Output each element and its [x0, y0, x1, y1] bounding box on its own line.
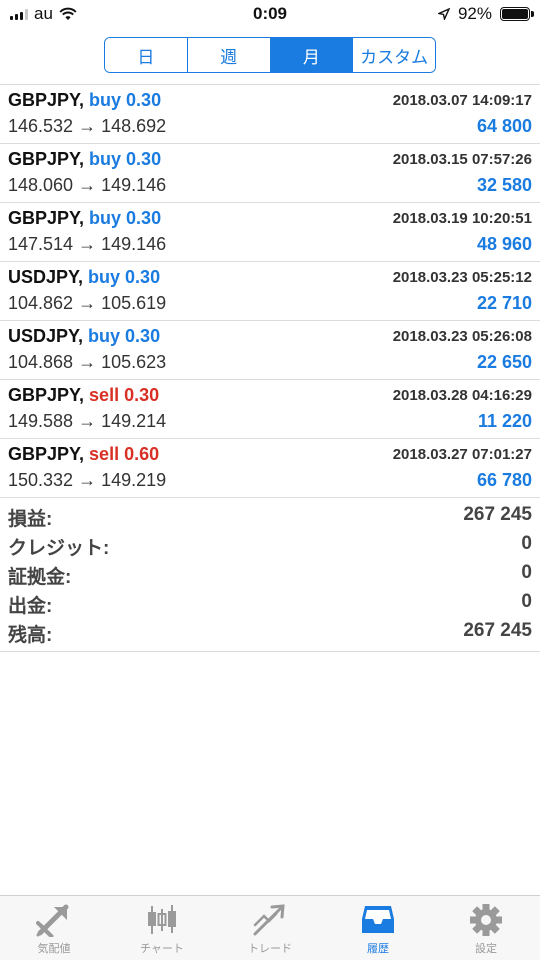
- deal-profit: 66 780: [476, 470, 532, 490]
- summary-value: 267 245: [463, 504, 532, 525]
- deal-prices: 146.532 → 148.692: [8, 116, 167, 136]
- summary-value: 267 245: [463, 620, 532, 641]
- candlestick-chart-icon: [148, 905, 176, 934]
- summary-row-profit: 損益: 267 245: [0, 501, 540, 530]
- bottom-tab-bar: 気配値 チャート トレード 履歴 設定: [0, 895, 540, 960]
- deal-row[interactable]: GBPJPY, buy 0.30 2018.03.19 10:20:51 147.…: [0, 203, 540, 262]
- deal-profit: 48 960: [476, 234, 532, 254]
- summary-label: 証拠金:: [8, 567, 72, 588]
- deal-datetime: 2018.03.07 14:09:17: [392, 92, 532, 109]
- tab-label: 設定: [475, 943, 497, 955]
- deal-symbol: GBPJPY,: [8, 208, 85, 228]
- deal-symbol: GBPJPY,: [8, 385, 85, 405]
- deal-prices: 149.588 → 149.214: [8, 411, 167, 431]
- status-right: 92%: [437, 4, 534, 24]
- deal-header: GBPJPY, sell 0.60: [8, 444, 159, 465]
- summary-row-deposit: 証拠金: 0: [0, 559, 540, 588]
- tab-label: トレード: [248, 943, 292, 955]
- tab-history[interactable]: 履歴: [324, 896, 432, 960]
- tab-label: チャート: [140, 943, 184, 955]
- trade-icon: [253, 904, 285, 936]
- summary-row-balance: 残高: 267 245: [0, 617, 540, 646]
- summary-value: 0: [521, 591, 532, 612]
- summary-value: 0: [521, 533, 532, 554]
- deal-row[interactable]: GBPJPY, buy 0.30 2018.03.15 07:57:26 148.…: [0, 144, 540, 203]
- summary-row-withdrawal: 出金: 0: [0, 588, 540, 617]
- deal-profit: 22 710: [476, 293, 532, 313]
- period-segmented-control: 日 週 月 カスタム: [104, 37, 436, 73]
- deal-datetime: 2018.03.19 10:20:51: [392, 210, 532, 227]
- status-bar: au 0:09 92%: [0, 0, 540, 30]
- deal-header: USDJPY, buy 0.30: [8, 267, 160, 288]
- summary-label: 出金:: [8, 596, 53, 617]
- tab-label: 気配値: [37, 943, 71, 955]
- gear-icon: [470, 904, 502, 936]
- segment-month[interactable]: 月: [270, 38, 354, 72]
- deal-prices: 150.332 → 149.219: [8, 470, 167, 490]
- deal-profit: 32 580: [476, 175, 532, 195]
- tab-settings[interactable]: 設定: [432, 896, 540, 960]
- deal-datetime: 2018.03.15 07:57:26: [392, 151, 532, 168]
- deal-row[interactable]: GBPJPY, sell 0.60 2018.03.27 07:01:27 150…: [0, 439, 540, 498]
- deal-side: buy 0.30: [88, 267, 161, 287]
- deal-side: sell 0.60: [89, 444, 160, 464]
- tab-quotes[interactable]: 気配値: [0, 896, 108, 960]
- history-inbox-icon: [362, 906, 394, 933]
- location-arrow-icon: [437, 8, 450, 20]
- tab-label: 履歴: [367, 943, 389, 955]
- deal-symbol: USDJPY,: [8, 326, 84, 346]
- deal-header: GBPJPY, buy 0.30: [8, 149, 161, 170]
- segment-week[interactable]: 週: [187, 38, 271, 72]
- deals-list: GBPJPY, buy 0.30 2018.03.07 14:09:17 146.…: [0, 84, 540, 498]
- deal-symbol: USDJPY,: [8, 267, 84, 287]
- deal-profit: 11 220: [477, 411, 532, 431]
- deal-row[interactable]: GBPJPY, buy 0.30 2018.03.07 14:09:17 146.…: [0, 85, 540, 144]
- segment-day[interactable]: 日: [105, 38, 188, 72]
- tab-chart[interactable]: チャート: [108, 896, 216, 960]
- battery-percent: 92%: [457, 4, 492, 23]
- deal-row[interactable]: GBPJPY, sell 0.30 2018.03.28 04:16:29 149…: [0, 380, 540, 439]
- deal-prices: 104.868 → 105.623: [8, 352, 167, 372]
- deal-prices: 148.060 → 149.146: [8, 175, 167, 195]
- summary-value: 0: [521, 562, 532, 583]
- deal-header: USDJPY, buy 0.30: [8, 326, 160, 347]
- deal-datetime: 2018.03.23 05:26:08: [392, 328, 532, 345]
- deal-side: buy 0.30: [88, 326, 161, 346]
- deal-side: buy 0.30: [89, 208, 162, 228]
- deal-side: sell 0.30: [89, 385, 160, 405]
- deal-row[interactable]: USDJPY, buy 0.30 2018.03.23 05:25:12 104.…: [0, 262, 540, 321]
- deal-header: GBPJPY, buy 0.30: [8, 90, 161, 111]
- account-summary: 損益: 267 245 クレジット: 0 証拠金: 0 出金: 0 残高: 267 245: [0, 501, 540, 652]
- battery-icon: [500, 7, 534, 21]
- deal-symbol: GBPJPY,: [8, 444, 85, 464]
- quotes-icon: [36, 904, 69, 937]
- segment-custom[interactable]: カスタム: [353, 38, 435, 72]
- deal-symbol: GBPJPY,: [8, 90, 85, 110]
- summary-label: 残高:: [8, 625, 53, 646]
- deal-side: buy 0.30: [89, 90, 162, 110]
- deal-prices: 147.514 → 149.146: [8, 234, 167, 254]
- deal-datetime: 2018.03.27 07:01:27: [392, 446, 532, 463]
- deal-profit: 64 800: [476, 116, 532, 136]
- deal-prices: 104.862 → 105.619: [8, 293, 167, 313]
- summary-row-credit: クレジット: 0: [0, 530, 540, 559]
- deal-side: buy 0.30: [89, 149, 162, 169]
- summary-label: 損益:: [8, 509, 53, 530]
- summary-label: クレジット:: [8, 538, 110, 559]
- deal-header: GBPJPY, buy 0.30: [8, 208, 161, 229]
- deal-profit: 22 650: [476, 352, 532, 372]
- deal-datetime: 2018.03.23 05:25:12: [392, 269, 532, 286]
- deal-row[interactable]: USDJPY, buy 0.30 2018.03.23 05:26:08 104.…: [0, 321, 540, 380]
- deal-header: GBPJPY, sell 0.30: [8, 385, 159, 406]
- deal-symbol: GBPJPY,: [8, 149, 85, 169]
- tab-trade[interactable]: トレード: [216, 896, 324, 960]
- deal-datetime: 2018.03.28 04:16:29: [392, 387, 532, 404]
- battery-fill: [502, 9, 528, 19]
